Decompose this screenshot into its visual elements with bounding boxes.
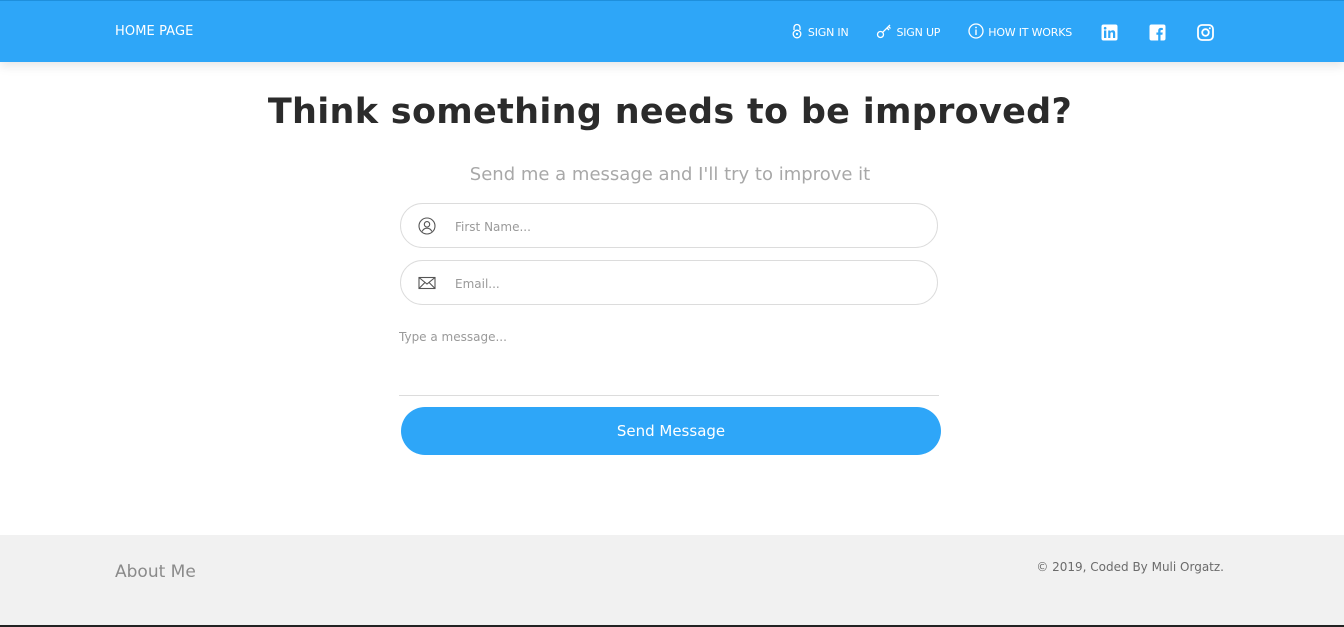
envelope-icon (418, 274, 436, 292)
key-icon (876, 23, 896, 42)
first-name-input[interactable] (453, 212, 917, 242)
send-message-button[interactable]: Send Message (401, 407, 941, 455)
linkedin-icon[interactable] (1100, 23, 1118, 41)
email-field[interactable] (400, 260, 938, 305)
lock-icon (790, 23, 808, 42)
nav-links: SIGN IN SIGN UP HOW IT WORKS (790, 21, 1214, 43)
navbar: HOME PAGE SIGN IN SIGN UP HOW IT WORKS (0, 0, 1344, 62)
info-icon (968, 22, 988, 42)
user-icon (418, 217, 436, 235)
facebook-icon[interactable] (1148, 23, 1166, 41)
social-links (1100, 23, 1214, 41)
email-input[interactable] (453, 269, 917, 299)
first-name-field[interactable] (400, 203, 938, 248)
sign-up-label: SIGN UP (896, 25, 941, 39)
sign-up-link[interactable]: SIGN UP (876, 23, 940, 42)
sign-in-label: SIGN IN (807, 25, 849, 39)
sign-in-link[interactable]: SIGN IN (790, 23, 849, 42)
instagram-icon[interactable] (1196, 23, 1214, 41)
page-title: Think something needs to be improved? (267, 92, 1073, 132)
copyright-text: © 2019, Coded By Muli Orgatz. (1036, 560, 1224, 574)
how-it-works-link[interactable]: HOW IT WORKS (968, 22, 1072, 42)
how-it-works-label: HOW IT WORKS (988, 25, 1072, 39)
about-me-link[interactable]: About Me (115, 562, 196, 582)
message-textarea[interactable] (399, 330, 939, 396)
contact-section: Think something needs to be improved? Se… (0, 62, 1344, 535)
home-page-link[interactable]: HOME PAGE (115, 24, 193, 39)
page-subtitle: Send me a message and I'll try to improv… (469, 164, 871, 185)
footer: About Me © 2019, Coded By Muli Orgatz. (0, 535, 1344, 627)
